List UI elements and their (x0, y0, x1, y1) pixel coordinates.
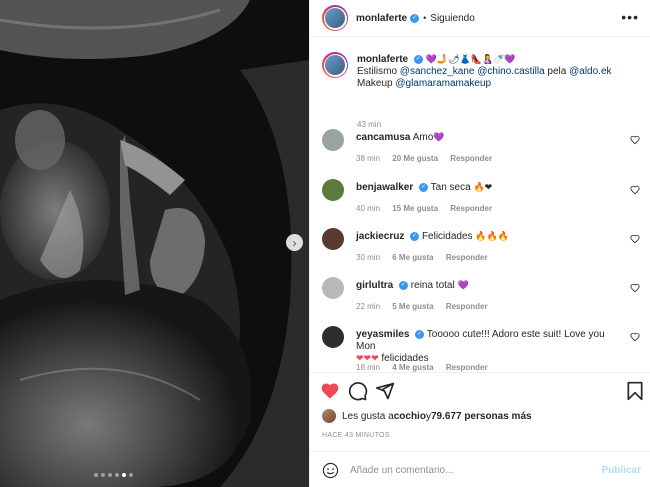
action-bar (310, 372, 650, 406)
heart-outline-icon[interactable] (630, 283, 640, 293)
caption-time: 43 min (357, 120, 382, 129)
heart-outline-icon[interactable] (630, 135, 640, 145)
reply-button[interactable]: Responder (446, 253, 488, 262)
carousel-dot (115, 473, 119, 477)
verified-badge-icon: ✓ (410, 231, 420, 241)
comment-item: girlultra ✓ reina total 💜 22 min 5 Me gu… (322, 277, 642, 315)
comment-icon[interactable] (348, 381, 368, 401)
comment-item: benjawalker ✓ Tan seca 🔥❤ 40 min 15 Me g… (322, 179, 642, 217)
comment-username[interactable]: cancamusa (356, 132, 410, 143)
comment-time: 22 min (356, 302, 381, 311)
next-image-button[interactable]: › (286, 234, 303, 251)
comment-meta: 38 min 20 Me gusta Responder (356, 154, 502, 163)
carousel-dot (108, 473, 112, 477)
bookmark-icon[interactable] (625, 381, 645, 401)
liker-username[interactable]: cochio (394, 411, 426, 422)
smile-icon[interactable] (322, 462, 339, 479)
comment-text: Amo (412, 132, 434, 143)
verified-badge-icon: ✓ (399, 280, 409, 290)
caption-avatar[interactable] (322, 52, 348, 78)
caption-text: Estilismo (357, 66, 400, 77)
likes-count[interactable]: 79.677 personas más (431, 411, 532, 422)
verified-badge-icon: ✓ (415, 329, 425, 339)
comments-list[interactable]: monlaferte ✓ 💜🤳🌶👗👠🤱🍼💜 Estilismo @sanchez… (310, 38, 650, 372)
comment-username[interactable]: benjawalker (356, 182, 413, 193)
verified-badge-icon: ✓ (419, 182, 429, 192)
comment-item: yeyasmiles ✓ Tooooo cute!!! Adoro este s… (322, 326, 642, 372)
header-username[interactable]: monlaferte (356, 13, 407, 24)
comment-avatar[interactable] (322, 179, 344, 201)
comment-likes[interactable]: 6 Me gusta (392, 253, 433, 262)
post-image[interactable]: › (0, 0, 309, 487)
follow-status-button[interactable]: Siguiendo (430, 13, 474, 24)
comment-emoji: 🔥🔥🔥 (475, 232, 509, 242)
comment-likes[interactable]: 15 Me gusta (392, 204, 438, 213)
add-comment-bar: Publicar (310, 451, 650, 487)
caption-text: pela (544, 66, 570, 77)
caption-emojis: 💜🤳🌶👗👠🤱🍼💜 (425, 55, 516, 65)
comment-time: 38 min (356, 154, 381, 163)
caption-username[interactable]: monlaferte (357, 54, 408, 65)
comment-item: jackiecruz ✓ Felicidades 🔥🔥🔥 30 min 6 Me… (322, 228, 642, 266)
comment-time: 30 min (356, 253, 381, 262)
comment-emoji: 🔥❤ (473, 183, 493, 193)
caption-text: Makeup (357, 78, 396, 89)
comment-avatar[interactable] (322, 277, 344, 299)
comment-avatar[interactable] (322, 228, 344, 250)
reply-button[interactable]: Responder (446, 363, 488, 372)
heart-outline-icon[interactable] (630, 332, 640, 342)
comment-text: Felicidades (421, 231, 473, 242)
comment-avatar[interactable] (322, 129, 344, 151)
comment-emoji: 💜 (457, 281, 469, 291)
comment-input[interactable] (350, 461, 590, 479)
separator: • (423, 13, 427, 23)
carousel-dot-active (122, 473, 126, 477)
comment-username[interactable]: girlultra (356, 280, 393, 291)
comment-time: 18 min (356, 363, 381, 372)
likes-summary[interactable]: Les gusta a cochio y 79.677 personas más (322, 409, 532, 423)
verified-badge-icon: ✓ (413, 54, 423, 64)
reply-button[interactable]: Responder (450, 204, 492, 213)
verified-badge-icon: ✓ (410, 13, 420, 23)
likes-prefix: Les gusta a (342, 410, 394, 422)
comment-username[interactable]: jackiecruz (356, 231, 404, 242)
comment-username[interactable]: yeyasmiles (356, 329, 409, 340)
comment-item: cancamusa Amo💜 38 min 20 Me gusta Respon… (322, 129, 642, 167)
mention-link[interactable]: @sanchez_kane (400, 66, 475, 77)
comment-likes[interactable]: 20 Me gusta (392, 154, 438, 163)
posted-time: HACE 43 MINUTOS (322, 432, 390, 439)
heart-filled-icon[interactable] (320, 381, 340, 401)
comment-likes[interactable]: 5 Me gusta (392, 302, 433, 311)
carousel-dot (94, 473, 98, 477)
carousel-dot (101, 473, 105, 477)
comment-meta: 40 min 15 Me gusta Responder (356, 204, 502, 213)
ultrasound-image (0, 0, 309, 487)
liker-avatar (322, 409, 336, 423)
comment-likes[interactable]: 4 Me gusta (392, 363, 433, 372)
post-header: monlaferte ✓ • Siguiendo ••• (310, 0, 650, 37)
more-options-icon[interactable]: ••• (621, 10, 639, 24)
comment-meta: 22 min 5 Me gusta Responder (356, 302, 498, 311)
reply-button[interactable]: Responder (450, 154, 492, 163)
avatar[interactable] (322, 5, 348, 31)
mention-link[interactable]: @chino.castilla (477, 66, 544, 77)
share-icon[interactable] (375, 381, 395, 401)
post-panel: monlaferte ✓ • Siguiendo ••• monlaferte … (309, 0, 650, 487)
comment-time: 40 min (356, 204, 381, 213)
comment-emoji: 💜 (433, 133, 445, 143)
comment-meta: 30 min 6 Me gusta Responder (356, 253, 498, 262)
mention-link[interactable]: @aldo.ek (569, 66, 611, 77)
heart-outline-icon[interactable] (630, 185, 640, 195)
reply-button[interactable]: Responder (446, 302, 488, 311)
publish-button[interactable]: Publicar (602, 465, 641, 476)
heart-outline-icon[interactable] (630, 234, 640, 244)
mention-link[interactable]: @glamaramamakeup (395, 78, 491, 89)
carousel-dot (129, 473, 133, 477)
comment-avatar[interactable] (322, 326, 344, 348)
comment-text: Tan seca (430, 182, 471, 193)
comment-meta: 18 min 4 Me gusta Responder (356, 363, 498, 372)
comment-text: reina total (410, 280, 455, 291)
carousel-dots (94, 473, 133, 477)
